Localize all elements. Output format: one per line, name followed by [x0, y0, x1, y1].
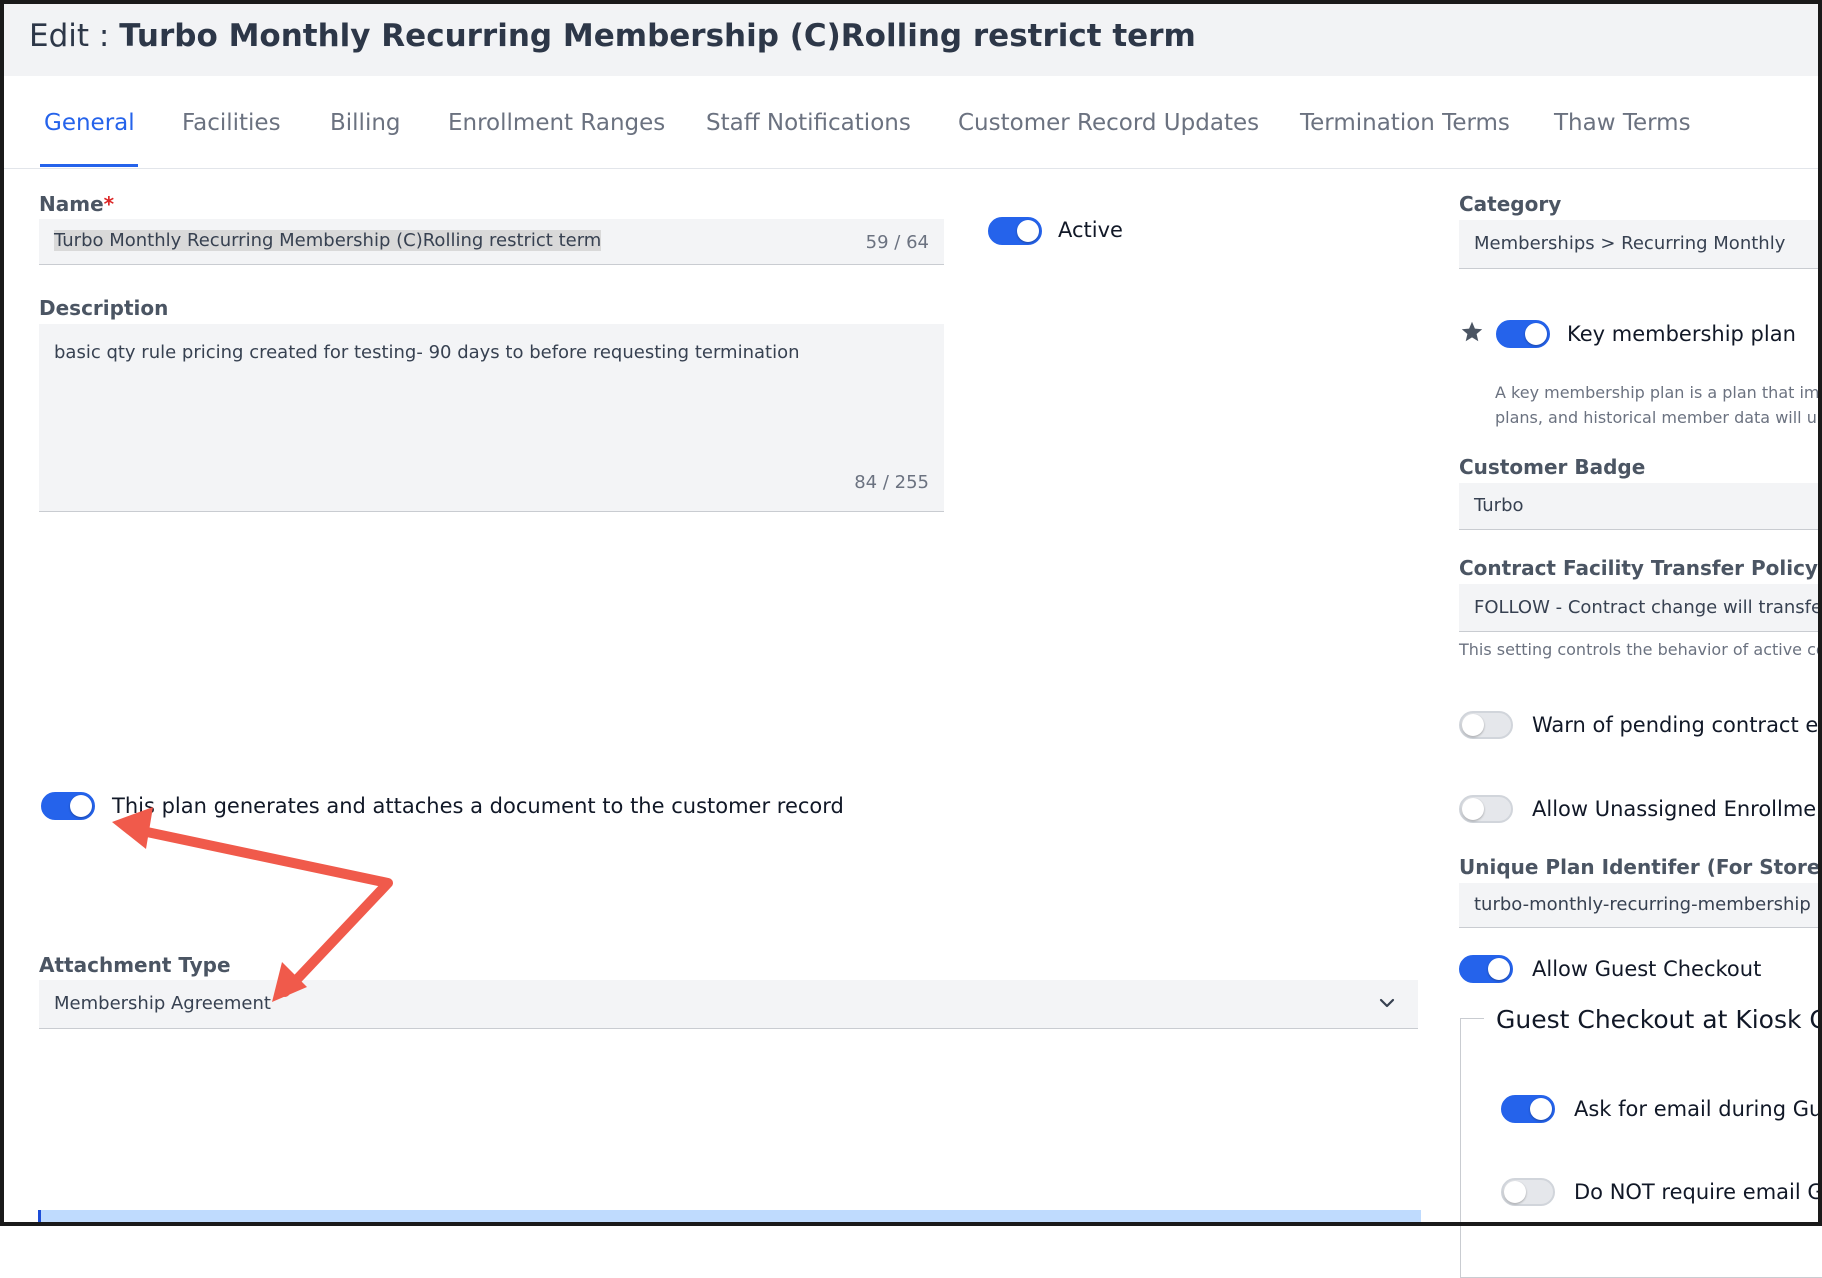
- attachment-type-value: Membership Agreement: [54, 993, 271, 1014]
- no-email-label: Do NOT require email Gu: [1574, 1180, 1822, 1204]
- name-label: Name*: [39, 192, 115, 216]
- chevron-down-icon[interactable]: [1378, 996, 1396, 1010]
- tab-facilities[interactable]: Facilities: [182, 110, 281, 136]
- no-email-toggle[interactable]: [1501, 1178, 1555, 1206]
- kiosk-options-legend: Guest Checkout at Kiosk Op: [1484, 1005, 1822, 1034]
- page-header: Edit : Turbo Monthly Recurring Membershi…: [4, 4, 1818, 76]
- category-label: Category: [1459, 192, 1562, 216]
- active-toggle[interactable]: [988, 217, 1042, 245]
- customer-badge-select[interactable]: Turbo: [1459, 483, 1822, 530]
- guest-checkout-label: Allow Guest Checkout: [1532, 957, 1762, 981]
- ask-email-label: Ask for email during Gue: [1574, 1097, 1822, 1121]
- attachment-type-label: Attachment Type: [39, 953, 231, 977]
- transfer-policy-select[interactable]: FOLLOW - Contract change will transfer: [1459, 584, 1822, 632]
- page-title: Edit : Turbo Monthly Recurring Membershi…: [29, 18, 1196, 54]
- category-select[interactable]: Memberships > Recurring Monthly: [1459, 220, 1822, 269]
- key-membership-help-line2: plans, and historical member data will u…: [1495, 408, 1822, 427]
- toggle-knob: [1462, 714, 1484, 736]
- toggle-knob: [70, 795, 92, 817]
- toggle-knob: [1017, 220, 1039, 242]
- unique-id-field[interactable]: turbo-monthly-recurring-membership: [1459, 883, 1822, 928]
- tab-general[interactable]: General: [44, 110, 135, 136]
- toggle-knob: [1530, 1098, 1552, 1120]
- toggle-knob: [1488, 958, 1510, 980]
- active-label: Active: [1058, 218, 1123, 242]
- toggle-knob: [1525, 323, 1547, 345]
- page-title-prefix: Edit :: [29, 18, 120, 54]
- bottom-info-bar: [38, 1210, 1421, 1226]
- star-icon: [1461, 321, 1483, 342]
- customer-badge-label: Customer Badge: [1459, 455, 1646, 479]
- tab-thaw-terms[interactable]: Thaw Terms: [1554, 110, 1691, 136]
- name-char-counter: 59 / 64: [865, 232, 929, 253]
- attachment-type-select[interactable]: Membership Agreement: [39, 980, 1418, 1029]
- tab-bar: General Facilities Billing Enrollment Ra…: [4, 80, 1818, 169]
- guest-checkout-toggle[interactable]: [1459, 955, 1513, 983]
- generate-document-toggle[interactable]: [41, 792, 95, 820]
- ask-email-toggle[interactable]: [1501, 1095, 1555, 1123]
- tab-billing[interactable]: Billing: [330, 110, 401, 136]
- unique-id-value: turbo-monthly-recurring-membership: [1474, 894, 1811, 915]
- key-membership-toggle[interactable]: [1496, 320, 1550, 348]
- page-title-name: Turbo Monthly Recurring Membership (C)Ro…: [119, 18, 1196, 54]
- warn-pending-toggle[interactable]: [1459, 711, 1513, 739]
- transfer-policy-help: This setting controls the behavior of ac…: [1459, 640, 1822, 659]
- tab-termination-terms[interactable]: Termination Terms: [1300, 110, 1510, 136]
- transfer-policy-label: Contract Facility Transfer Policy*: [1459, 556, 1822, 580]
- description-char-counter: 84 / 255: [854, 472, 929, 493]
- description-value: basic qty rule pricing created for testi…: [54, 342, 800, 363]
- name-field[interactable]: Turbo Monthly Recurring Membership (C)Ro…: [39, 219, 944, 265]
- customer-badge-value: Turbo: [1474, 495, 1524, 516]
- key-membership-label: Key membership plan: [1567, 322, 1796, 346]
- description-label: Description: [39, 296, 169, 320]
- warn-pending-label: Warn of pending contract end: [1532, 713, 1822, 737]
- active-tab-indicator: [40, 164, 138, 167]
- tab-customer-record-updates[interactable]: Customer Record Updates: [958, 110, 1259, 136]
- toggle-knob: [1462, 798, 1484, 820]
- generate-document-label: This plan generates and attaches a docum…: [112, 794, 844, 818]
- toggle-knob: [1504, 1181, 1526, 1203]
- description-field[interactable]: basic qty rule pricing created for testi…: [39, 324, 944, 512]
- transfer-policy-value: FOLLOW - Contract change will transfer: [1474, 597, 1822, 618]
- name-field-value: Turbo Monthly Recurring Membership (C)Ro…: [54, 230, 602, 251]
- allow-unassigned-label: Allow Unassigned Enrollment: [1532, 797, 1822, 821]
- kiosk-options-fieldset: [1460, 1018, 1822, 1278]
- tab-enrollment-ranges[interactable]: Enrollment Ranges: [448, 110, 665, 136]
- allow-unassigned-toggle[interactable]: [1459, 795, 1513, 823]
- category-value: Memberships > Recurring Monthly: [1474, 233, 1786, 254]
- tab-staff-notifications[interactable]: Staff Notifications: [706, 110, 911, 136]
- key-membership-help-line1: A key membership plan is a plan that imp: [1495, 383, 1822, 402]
- unique-id-label: Unique Plan Identifer (For Storefron: [1459, 855, 1822, 879]
